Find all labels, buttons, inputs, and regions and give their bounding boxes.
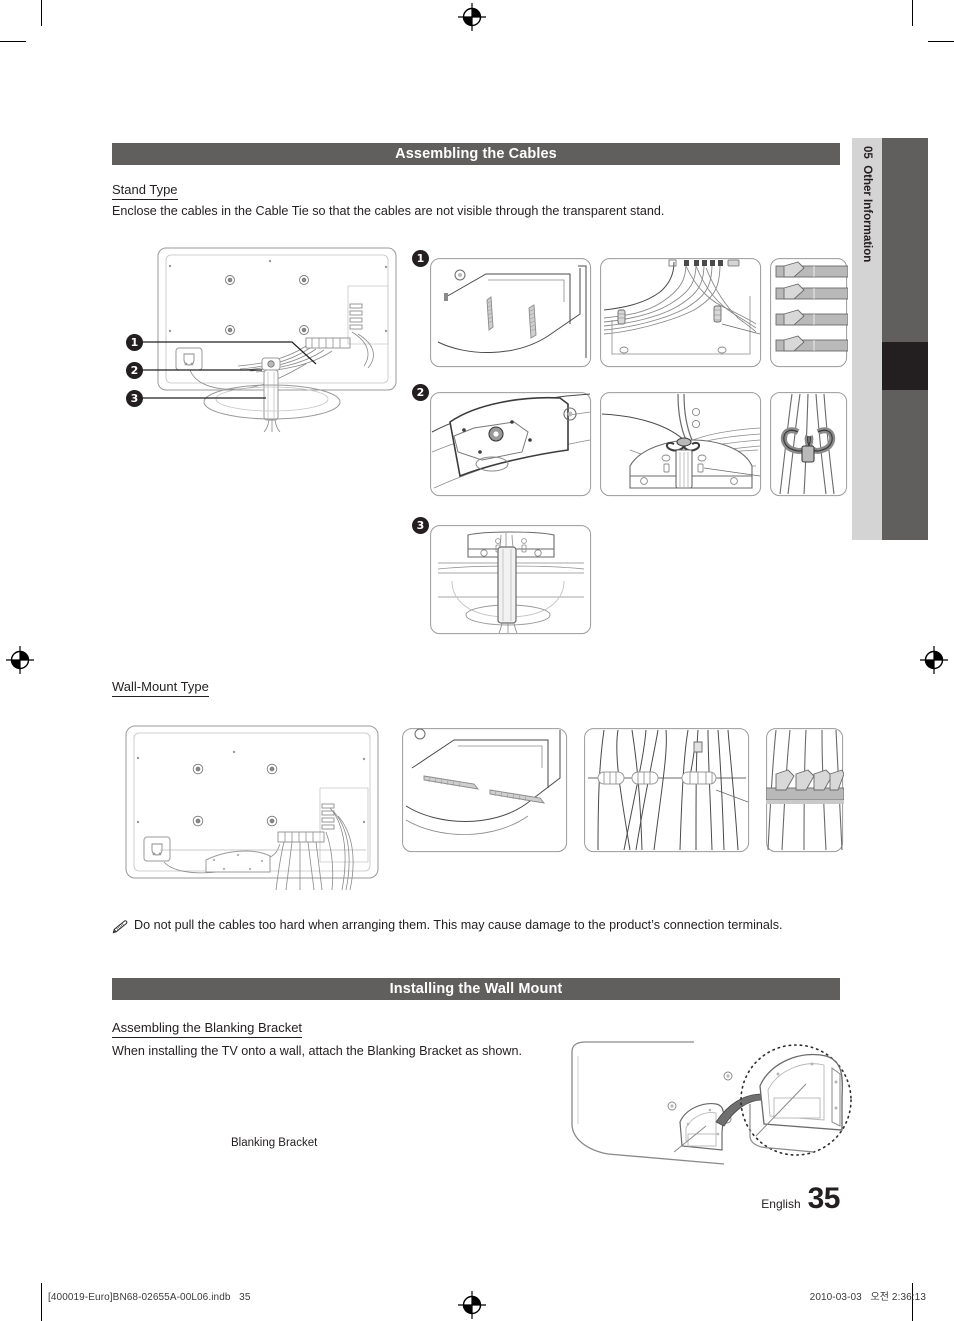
figure-label-blanking-bracket: Blanking Bracket (231, 1137, 318, 1149)
crop-mark-top-left-horizontal (0, 41, 26, 43)
chapter-tab-strip: 05 Other Information (852, 138, 882, 540)
subheading-stand-type: Stand Type (112, 181, 178, 200)
chapter-tab-bar-active-marker (882, 342, 928, 390)
step-2-bullet: 2 (412, 384, 429, 401)
imprint-right: 2010-03-03 오전 2:36:13 (809, 1292, 926, 1303)
pencil-note-icon (112, 920, 128, 934)
subheading-assembling-the-blanking-bracket: Assembling the Blanking Bracket (112, 1019, 303, 1038)
note-text: Do not pull the cables too hard when arr… (134, 918, 783, 932)
step-2-panel-stand-neck-top (430, 392, 592, 497)
step-2-panel-cables-through-neck (600, 392, 762, 497)
subheading-assembling-the-blanking-bracket-label: Assembling the Blanking Bracket (112, 1020, 303, 1038)
step-3-bullet: 3 (412, 517, 429, 534)
step-2-panel-tie-knot-detail (770, 392, 848, 497)
crop-mark-top-left-vertical (41, 0, 43, 26)
crop-mark-top-right-horizontal (928, 41, 954, 43)
figure-wall-mount-rear-view (120, 722, 390, 890)
wall-mount-panel-cable-clips (584, 728, 750, 853)
chapter-tab-label: 05 Other Information (852, 138, 882, 540)
wall-mount-panel-tv-bottom (402, 728, 568, 853)
registration-mark-right (920, 646, 948, 674)
step-1-panel-cable-tie-detail (770, 258, 848, 368)
page-number-value: 35 (807, 1182, 841, 1215)
step-1-panel-cables (600, 258, 762, 368)
chapter-title: Other Information (861, 165, 873, 263)
page-language-label: English (761, 1197, 801, 1211)
step-1-panel-tv-back (430, 258, 592, 368)
subheading-wall-mount-type-label: Wall-Mount Type (112, 679, 209, 697)
step-3-panel-cable-cover (430, 525, 592, 635)
step-1-bullet: 1 (412, 250, 429, 267)
figure-callout-bullet-2: 2 (126, 362, 143, 379)
imprint-left: [400019-Euro]BN68-02655A-00L06.indb 35 (48, 1292, 251, 1303)
crop-mark-top-right-vertical (912, 0, 914, 26)
section-header-assembling-the-cables: Assembling the Cables (112, 143, 840, 165)
subheading-stand-type-label: Stand Type (112, 182, 178, 200)
page-number-block: English 35 (761, 1182, 840, 1216)
chapter-tab-bar (882, 138, 928, 540)
section-header-installing-the-wall-mount: Installing the Wall Mount (112, 978, 840, 1000)
chapter-number: 05 (861, 146, 873, 159)
registration-mark-left (6, 646, 34, 674)
stand-type-body-text: Enclose the cables in the Cable Tie so t… (112, 204, 665, 218)
note-do-not-pull-cables: Do not pull the cables too hard when arr… (112, 917, 840, 934)
figure-callout-bullet-3: 3 (126, 390, 143, 407)
figure-callout-bullet-1: 1 (126, 334, 143, 351)
subheading-wall-mount-type: Wall-Mount Type (112, 678, 209, 697)
figure-blanking-bracket: Blanking Bracket (231, 1038, 852, 1168)
figure-stand-type-rear-view: 1 2 3 (120, 242, 400, 432)
crop-mark-bottom-left-vertical (41, 1283, 43, 1321)
wall-mount-panel-clip-detail (766, 728, 844, 853)
page-content: Assembling the Cables Stand Type Enclose… (112, 0, 852, 1321)
